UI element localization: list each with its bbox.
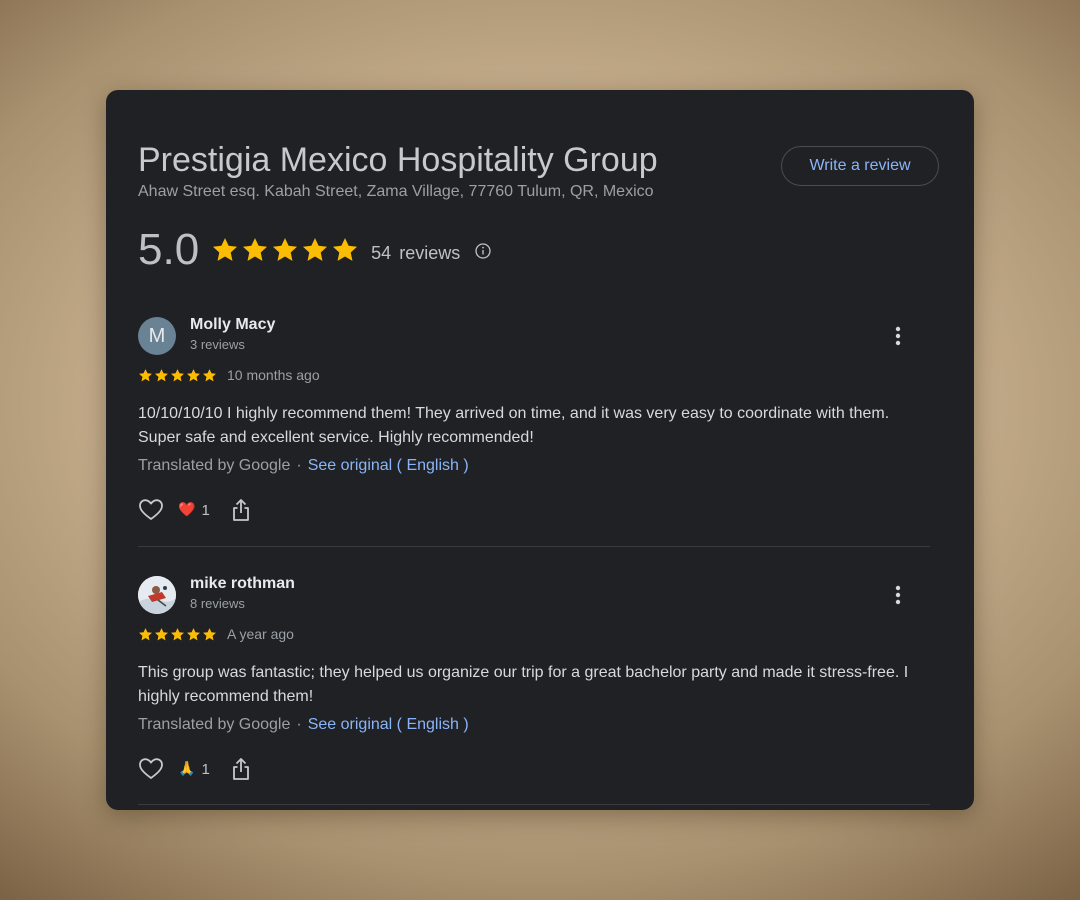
separator-dot: · bbox=[296, 457, 302, 474]
share-icon[interactable] bbox=[230, 498, 252, 522]
reviewer-review-count: 3 reviews bbox=[190, 337, 245, 352]
review-count[interactable]: 54 reviews bbox=[371, 243, 460, 264]
rating-stars bbox=[211, 236, 359, 264]
review-count-label: reviews bbox=[399, 242, 461, 263]
heart-outline-icon[interactable] bbox=[138, 497, 164, 523]
review-count-number: 54 bbox=[371, 242, 392, 263]
see-original-link[interactable]: See original ( English ) bbox=[308, 457, 469, 474]
reviewer-name[interactable]: mike rothman bbox=[190, 575, 295, 593]
review-actions: ❤️ 1 bbox=[138, 497, 252, 523]
reaction-count: 1 bbox=[201, 760, 210, 778]
avatar[interactable] bbox=[138, 576, 176, 614]
review-stars bbox=[138, 368, 217, 383]
more-options-button[interactable] bbox=[886, 323, 910, 349]
separator-dot: · bbox=[296, 716, 302, 733]
star-icon bbox=[243, 238, 268, 261]
info-icon[interactable] bbox=[474, 242, 492, 260]
review-divider bbox=[138, 546, 930, 547]
reaction-chip[interactable]: ❤️ 1 bbox=[178, 502, 210, 519]
review-rating: A year ago bbox=[138, 626, 294, 642]
review-date: 10 months ago bbox=[227, 367, 320, 383]
reaction-chip[interactable]: 🙏 1 bbox=[178, 761, 210, 778]
star-icon bbox=[155, 368, 168, 381]
rating-score: 5.0 bbox=[138, 225, 200, 274]
star-icon bbox=[203, 368, 216, 381]
more-options-button[interactable] bbox=[886, 582, 910, 608]
heart-emoji-icon: ❤️ bbox=[178, 502, 196, 518]
review-rating: 10 months ago bbox=[138, 367, 320, 383]
translated-by-label: Translated by Google bbox=[138, 457, 291, 474]
more-vertical-icon bbox=[895, 326, 901, 346]
review-divider bbox=[138, 804, 930, 805]
reviews-panel: Prestigia Mexico Hospitality Group Ahaw … bbox=[106, 90, 974, 810]
review-actions: 🙏 1 bbox=[138, 756, 252, 782]
place-title: Prestigia Mexico Hospitality Group bbox=[138, 141, 658, 179]
translated-by-label: Translated by Google bbox=[138, 716, 291, 733]
review-text: 10/10/10/10 I highly recommend them! The… bbox=[138, 405, 890, 446]
star-icon bbox=[203, 627, 216, 640]
avatar[interactable]: M bbox=[138, 317, 176, 355]
star-icon bbox=[171, 368, 184, 381]
profile-photo-icon bbox=[138, 576, 176, 614]
see-original-link[interactable]: See original ( English ) bbox=[308, 716, 469, 733]
heart-outline-icon[interactable] bbox=[138, 756, 164, 782]
review-date: A year ago bbox=[227, 626, 294, 642]
folded-hands-emoji-icon: 🙏 bbox=[178, 761, 196, 777]
star-icon bbox=[333, 238, 358, 261]
share-icon[interactable] bbox=[230, 757, 252, 781]
star-icon bbox=[273, 238, 298, 261]
star-icon bbox=[171, 627, 184, 640]
star-icon bbox=[213, 238, 238, 261]
star-icon bbox=[139, 627, 152, 640]
write-review-button[interactable]: Write a review bbox=[781, 146, 939, 186]
star-icon bbox=[187, 368, 200, 381]
translation-row: Translated by Google · See original ( Engl… bbox=[138, 716, 469, 734]
star-icon bbox=[139, 368, 152, 381]
reaction-count: 1 bbox=[201, 501, 210, 519]
review-text: This group was fantastic; they helped us… bbox=[138, 664, 909, 705]
star-icon bbox=[303, 238, 328, 261]
more-vertical-icon bbox=[895, 585, 901, 605]
review-stars bbox=[138, 627, 217, 642]
star-icon bbox=[187, 627, 200, 640]
translation-row: Translated by Google · See original ( Engl… bbox=[138, 457, 469, 475]
star-icon bbox=[155, 627, 168, 640]
rating-summary: 5.0 54 reviews bbox=[138, 225, 492, 275]
place-address: Ahaw Street esq. Kabah Street, Zama Vill… bbox=[138, 183, 654, 200]
reviewer-review-count: 8 reviews bbox=[190, 596, 245, 611]
reviewer-name[interactable]: Molly Macy bbox=[190, 316, 275, 334]
